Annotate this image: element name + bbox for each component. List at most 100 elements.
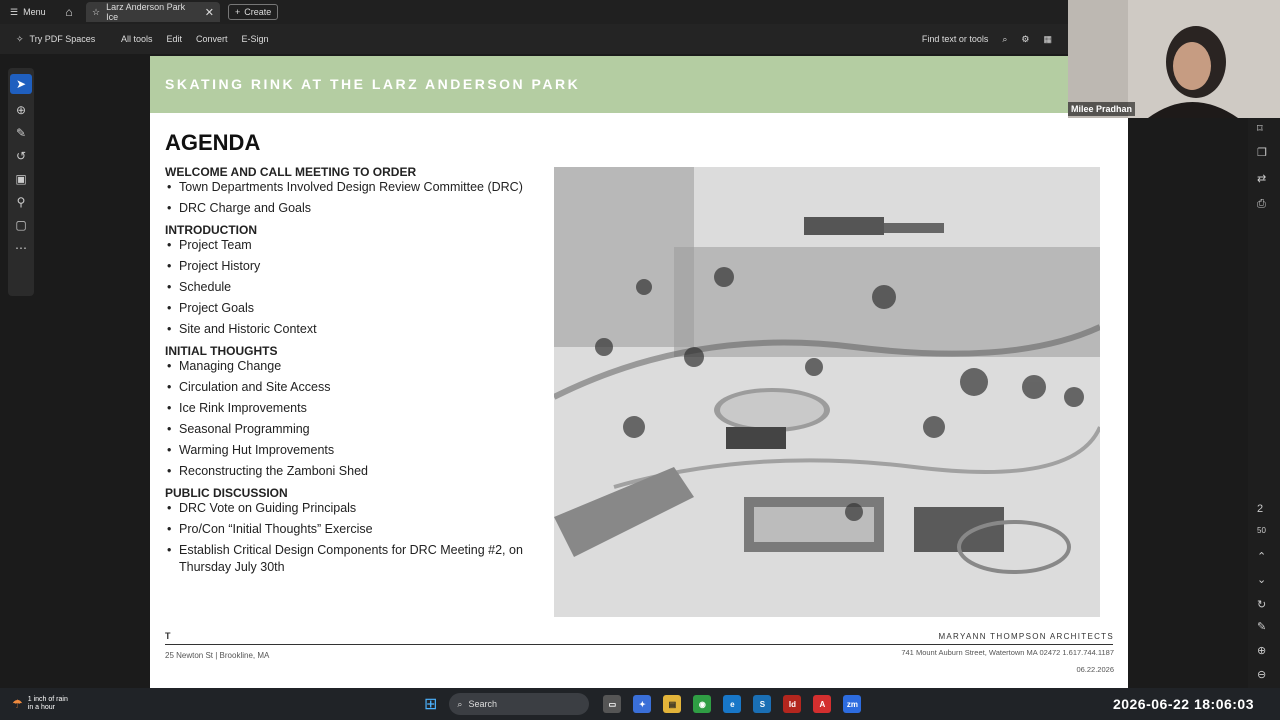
zoom-icon[interactable]: ⊕ xyxy=(16,103,26,117)
chrome-icon[interactable]: ◉ xyxy=(693,695,712,713)
zoom-app-icon[interactable]: zm xyxy=(843,695,862,713)
search-icon[interactable]: ⌕ xyxy=(1002,34,1007,45)
footer-mark: T xyxy=(165,631,171,641)
agenda-item: Project History xyxy=(165,258,535,275)
right-side-rail: ⌑ ❐ ⇄ ⎙ 2 50 ⌃ ⌄ ↻ ✎ ⊕ ⊖ xyxy=(1248,118,1280,688)
pages-icon[interactable]: ❐ xyxy=(1257,146,1267,159)
weather-line-2: in a hour xyxy=(27,704,56,711)
agenda-section-title: INTRODUCTION xyxy=(165,223,257,237)
footer-divider xyxy=(165,644,1113,645)
chevron-up-icon[interactable]: ⌃ xyxy=(1257,550,1266,563)
participant-video-frame xyxy=(1068,0,1280,118)
agenda-heading: AGENDA xyxy=(165,130,261,155)
compare-icon[interactable]: ⇄ xyxy=(1257,172,1266,185)
agenda-item: Pro/Con “Initial Thoughts” Exercise xyxy=(165,521,535,538)
stamp-icon[interactable]: ⚲ xyxy=(17,195,26,209)
system-clock: 2026-06-22 18:06:03 xyxy=(1112,696,1254,712)
crop-icon[interactable]: ▢ xyxy=(15,218,26,232)
rain-icon: ☂ xyxy=(12,697,23,711)
agenda-item: Project Goals xyxy=(165,300,535,317)
agenda-item: Warming Hut Improvements xyxy=(165,442,535,459)
all-tools-menu[interactable]: All tools xyxy=(121,34,153,44)
close-tab-icon[interactable]: ✕ xyxy=(205,6,214,19)
agenda-item: Establish Critical Design Components for… xyxy=(165,542,535,576)
refresh-icon[interactable]: ↻ xyxy=(1257,598,1266,611)
lasso-icon[interactable]: ↺ xyxy=(16,149,26,163)
agenda-section-title: WELCOME AND CALL MEETING TO ORDER xyxy=(165,165,417,179)
document-tab-label: Larz Anderson Park Ice xyxy=(106,2,186,22)
video-participant-tile[interactable]: Milee Pradhan xyxy=(1068,0,1280,118)
footer-address-left: 25 Newton St | Brookline, MA xyxy=(165,651,270,660)
plus-icon: + xyxy=(235,7,241,17)
weather-line-1: 1 inch of rain xyxy=(27,696,68,703)
create-button[interactable]: + Create xyxy=(228,4,279,20)
agenda-item: Schedule xyxy=(165,279,535,296)
text-box-icon[interactable]: ▣ xyxy=(15,172,26,186)
agenda-item: Site and Historic Context xyxy=(165,321,535,338)
esign-menu[interactable]: E-Sign xyxy=(242,34,269,44)
agenda-item: Circulation and Site Access xyxy=(165,379,535,396)
more-tools-icon[interactable]: ⋯ xyxy=(15,241,27,255)
agenda-item: Ice Rink Improvements xyxy=(165,400,535,417)
convert-menu[interactable]: Convert xyxy=(196,34,228,44)
zoom-in-icon[interactable]: ⊕ xyxy=(1257,644,1266,657)
star-icon[interactable]: ☆ xyxy=(92,7,100,18)
edit-page-icon[interactable]: ✎ xyxy=(1257,620,1266,633)
agenda-list: WELCOME AND CALL MEETING TO ORDER Town D… xyxy=(165,165,535,580)
ai-assistant-icon[interactable]: ⚙ xyxy=(1021,34,1029,45)
export-icon[interactable]: ⎙ xyxy=(1257,198,1266,211)
sharepoint-icon[interactable]: S xyxy=(753,695,772,713)
agenda-item: Seasonal Programming xyxy=(165,421,535,438)
zoom-out-icon[interactable]: ⊖ xyxy=(1257,668,1266,681)
create-label: Create xyxy=(244,7,272,17)
windows-taskbar: ☂ 1 inch of rain in a hour ⊞ ⌕ Search ▭ … xyxy=(0,688,1280,720)
file-explorer-icon[interactable]: ▤ xyxy=(663,695,682,713)
participant-name: Milee Pradhan xyxy=(1068,102,1136,116)
search-label: Search xyxy=(468,699,497,709)
indesign-icon[interactable]: Id xyxy=(783,695,802,713)
sparkle-icon: ✧ xyxy=(16,33,24,44)
copilot-icon[interactable]: ✦ xyxy=(633,695,652,713)
hamburger-icon: ☰ xyxy=(10,6,19,17)
pen-icon[interactable]: ✎ xyxy=(16,126,26,140)
calendar-icon[interactable]: ▦ xyxy=(1043,34,1052,45)
main-toolbar: ✧ Try PDF Spaces All tools Edit Convert … xyxy=(0,24,1068,54)
edit-menu[interactable]: Edit xyxy=(167,34,183,44)
page-number[interactable]: 2 xyxy=(1257,503,1263,515)
agenda-item: Managing Change xyxy=(165,358,535,375)
aerial-photo xyxy=(554,167,1100,617)
left-tool-rail: ➤ ⊕ ✎ ↺ ▣ ⚲ ▢ ⋯ xyxy=(8,68,34,296)
pdf-spaces-label: Try PDF Spaces xyxy=(29,34,96,44)
home-icon[interactable]: ⌂ xyxy=(58,5,80,19)
chevron-down-icon[interactable]: ⌄ xyxy=(1257,573,1266,586)
footer-date: 06.22.2026 xyxy=(1076,665,1114,674)
acrobat-icon[interactable]: A xyxy=(813,695,832,713)
windows-start-icon[interactable]: ⊞ xyxy=(424,694,437,714)
agenda-item: Reconstructing the Zamboni Shed xyxy=(165,463,535,480)
agenda-item: DRC Vote on Guiding Principals xyxy=(165,500,535,517)
pdf-spaces-button[interactable]: ✧ Try PDF Spaces xyxy=(0,34,114,45)
weather-text: 1 inch of rain in a hour xyxy=(28,696,68,712)
agenda-item: Town Departments Involved Design Review … xyxy=(165,179,535,196)
slide-banner-title: SKATING RINK AT THE LARZ ANDERSON PARK xyxy=(165,76,581,92)
weather-widget[interactable]: ☂ 1 inch of rain in a hour xyxy=(0,696,420,712)
select-cursor-icon[interactable]: ➤ xyxy=(10,74,32,94)
toolbar-right: Find text or tools ⌕ ⚙ ▦ xyxy=(922,34,1068,45)
agenda-item: Project Team xyxy=(165,237,535,254)
edge-icon[interactable]: e xyxy=(723,695,742,713)
agenda-section-title: INITIAL THOUGHTS xyxy=(165,344,278,358)
menu-button[interactable]: ☰ Menu xyxy=(0,7,58,18)
slide-banner: SKATING RINK AT THE LARZ ANDERSON PARK xyxy=(150,56,1128,113)
pdf-page: SKATING RINK AT THE LARZ ANDERSON PARK A… xyxy=(150,56,1128,688)
page-total: 50 xyxy=(1257,526,1266,535)
taskbar-search[interactable]: ⌕ Search xyxy=(449,693,590,715)
document-tab[interactable]: ☆ Larz Anderson Park Ice ✕ xyxy=(86,2,220,22)
menu-label: Menu xyxy=(23,7,46,17)
footer-firm-name: MARYANN THOMPSON ARCHITECTS xyxy=(938,632,1114,641)
app-titlebar: ☰ Menu ⌂ ☆ Larz Anderson Park Ice ✕ + Cr… xyxy=(0,0,1068,24)
bookmark-icon[interactable]: ⌑ xyxy=(1257,122,1263,135)
find-label[interactable]: Find text or tools xyxy=(922,34,989,44)
taskbar-apps: ▭ ✦ ▤ ◉ e S Id A zm xyxy=(603,695,862,713)
task-view-icon[interactable]: ▭ xyxy=(603,695,622,713)
agenda-item: DRC Charge and Goals xyxy=(165,200,535,217)
